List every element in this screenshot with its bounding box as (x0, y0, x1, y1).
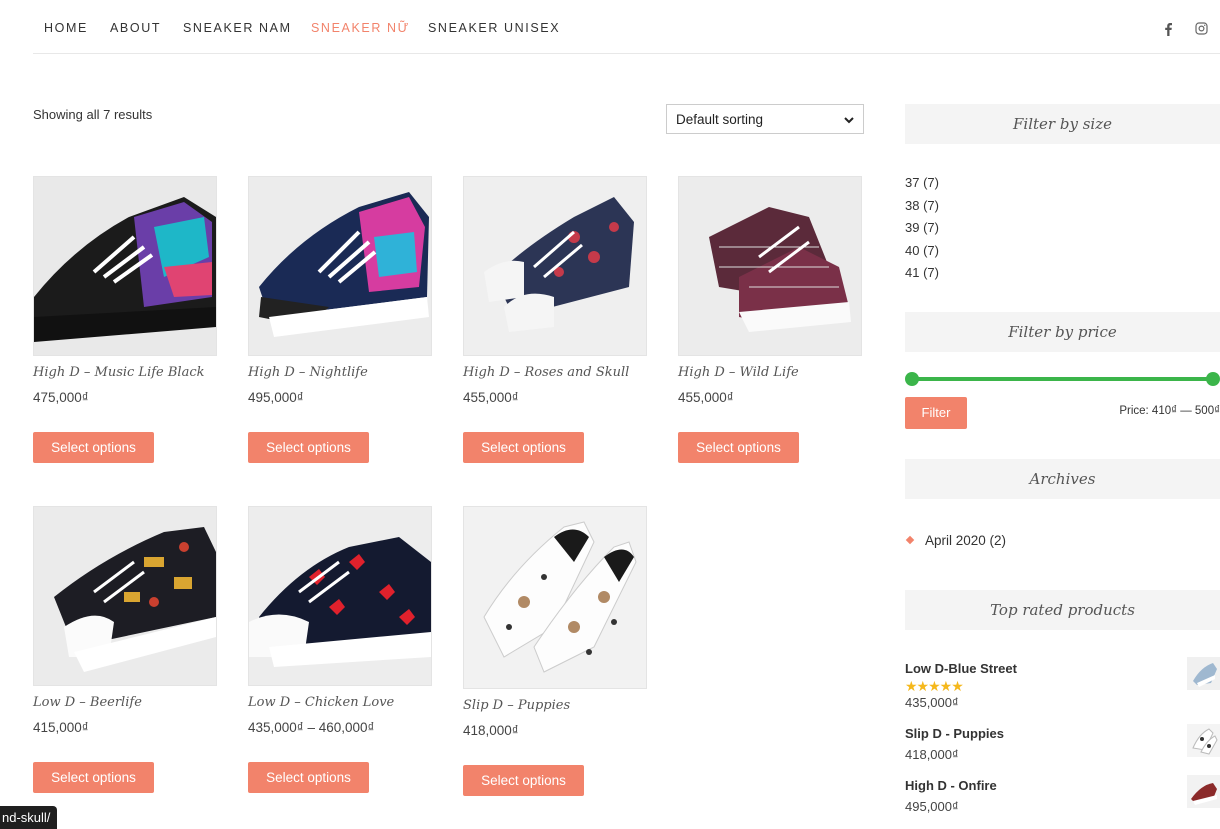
select-options-button[interactable]: Select options (463, 432, 584, 463)
select-options-button[interactable]: Select options (463, 765, 584, 796)
size-option[interactable]: 38 (7) (905, 195, 939, 218)
product-price: 415,000₫ (33, 720, 89, 735)
product-image[interactable] (33, 176, 217, 356)
product-price: 435,000₫ – 460,000₫ (248, 720, 375, 735)
select-options-button[interactable]: Select options (248, 762, 369, 793)
product-price: 455,000₫ (463, 390, 519, 405)
product-price: 418,000₫ (463, 723, 519, 738)
top-rated-products-title: Top rated products (905, 590, 1220, 630)
top-rated-product-price: 495,000₫ (905, 799, 959, 814)
nav-sneaker-nu[interactable]: SNEAKER NỮ (311, 21, 410, 35)
select-options-button[interactable]: Select options (33, 432, 154, 463)
product-card: High D – Nightlife 495,000₫ Select optio… (248, 176, 432, 463)
filter-by-size-title: Filter by size (905, 104, 1220, 144)
chevron-down-icon (844, 117, 854, 124)
product-image[interactable] (248, 176, 432, 356)
archive-item[interactable]: April 2020 (2) (905, 533, 1006, 548)
top-rated-item: High D - Onfire 495,000₫ (905, 778, 997, 814)
select-options-button[interactable]: Select options (678, 432, 799, 463)
product-title[interactable]: Slip D – Puppies (463, 698, 647, 713)
product-title[interactable]: High D – Nightlife (248, 365, 432, 380)
product-price: 455,000₫ (678, 390, 734, 405)
product-card: Low D – Beerlife 415,000₫ Select options (33, 506, 217, 793)
product-title[interactable]: Low D – Beerlife (33, 695, 217, 710)
nav-sneaker-nam[interactable]: SNEAKER NAM (183, 21, 292, 35)
sort-select[interactable]: Default sorting (666, 104, 864, 134)
product-image[interactable] (463, 506, 647, 689)
product-image[interactable] (248, 506, 432, 686)
product-card: High D – Roses and Skull 455,000₫ Select… (463, 176, 647, 463)
top-rated-product-price: 418,000₫ (905, 747, 959, 762)
top-rated-item: Slip D - Puppies 418,000₫ (905, 726, 1004, 762)
product-image[interactable] (463, 176, 647, 356)
top-rated-product-name[interactable]: High D - Onfire (905, 778, 997, 793)
top-rated-item: Low D-Blue Street ★★★★★ 435,000₫ (905, 661, 1017, 710)
price-slider-track[interactable] (911, 377, 1213, 381)
filter-by-price-title: Filter by price (905, 312, 1220, 352)
select-options-button[interactable]: Select options (33, 762, 154, 793)
product-image[interactable] (33, 506, 217, 686)
product-price: 475,000₫ (33, 390, 89, 405)
size-option[interactable]: 41 (7) (905, 262, 939, 285)
product-title[interactable]: High D – Roses and Skull (463, 365, 647, 380)
product-title[interactable]: Low D – Chicken Love (248, 695, 432, 710)
product-card: Slip D – Puppies 418,000₫ Select options (463, 506, 647, 796)
product-card: High D – Music Life Black 475,000₫ Selec… (33, 176, 217, 463)
product-title[interactable]: High D – Wild Life (678, 365, 862, 380)
size-option[interactable]: 39 (7) (905, 217, 939, 240)
status-bar-url: nd-skull/ (0, 806, 58, 829)
bullet-diamond-icon (905, 535, 915, 545)
product-image[interactable] (678, 176, 862, 356)
star-rating: ★★★★★ (905, 678, 964, 694)
results-count: Showing all 7 results (33, 107, 153, 122)
product-card: High D – Wild Life 455,000₫ Select optio… (678, 176, 862, 463)
archive-link[interactable]: April 2020 (2) (925, 533, 1006, 548)
nav-about[interactable]: ABOUT (110, 21, 161, 35)
size-option[interactable]: 37 (7) (905, 172, 939, 195)
price-range-label: Price: 410₫ — 500₫ (1119, 405, 1220, 417)
top-rated-product-price: 435,000₫ (905, 695, 959, 710)
product-title[interactable]: High D – Music Life Black (33, 365, 217, 380)
archives-title: Archives (905, 459, 1220, 499)
sort-selected-value: Default sorting (676, 112, 764, 127)
size-filter-list: 37 (7) 38 (7) 39 (7) 40 (7) 41 (7) (905, 172, 939, 285)
top-rated-product-name[interactable]: Slip D - Puppies (905, 726, 1004, 741)
top-rated-thumbnail[interactable] (1187, 724, 1220, 757)
top-rated-thumbnail[interactable] (1187, 657, 1220, 690)
instagram-icon[interactable] (1195, 22, 1208, 38)
nav-home[interactable]: HOME (44, 21, 88, 35)
product-price: 495,000₫ (248, 390, 304, 405)
select-options-button[interactable]: Select options (248, 432, 369, 463)
price-slider-min-handle[interactable] (905, 372, 919, 386)
size-option[interactable]: 40 (7) (905, 240, 939, 263)
facebook-icon[interactable] (1163, 22, 1173, 39)
top-rated-product-name[interactable]: Low D-Blue Street (905, 661, 1017, 676)
nav-sneaker-unisex[interactable]: SNEAKER UNISEX (428, 21, 560, 35)
top-rated-thumbnail[interactable] (1187, 775, 1220, 808)
top-navigation: HOME ABOUT SNEAKER NAM SNEAKER NỮ SNEAKE… (33, 0, 1220, 54)
product-card: Low D – Chicken Love 435,000₫ – 460,000₫… (248, 506, 432, 793)
filter-button[interactable]: Filter (905, 397, 967, 429)
price-slider-max-handle[interactable] (1206, 372, 1220, 386)
